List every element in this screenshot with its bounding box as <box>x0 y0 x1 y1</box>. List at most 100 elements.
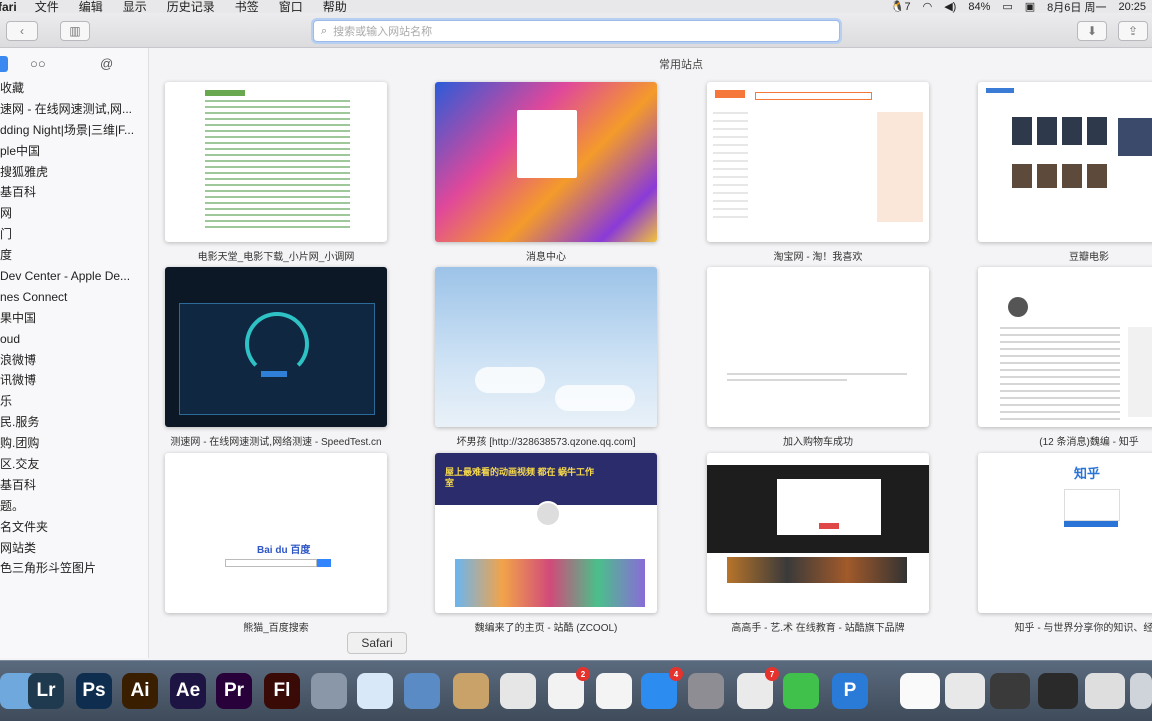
sidebar-bookmark-item[interactable]: 区.交友 <box>0 454 148 475</box>
sidebar-bookmark-item[interactable]: nes Connect <box>0 287 148 308</box>
login-button <box>1064 521 1118 527</box>
top-site-tile[interactable]: 测速网 - 在线网速测试,网络测速 - SpeedTest.cn <box>165 267 387 448</box>
top-site-tile[interactable]: 知乎 知乎 - 与世界分享你的知识、经验 <box>978 453 1152 634</box>
top-site-tile[interactable]: 消息中心 <box>435 82 657 263</box>
dock-document-icon[interactable] <box>900 673 940 709</box>
site-thumbnail[interactable] <box>435 267 657 427</box>
sidebar-bookmark-item[interactable]: 果中国 <box>0 308 148 329</box>
sidebar-bookmark-item[interactable]: 浪微博 <box>0 350 148 371</box>
top-site-tile[interactable]: Bai du 百度 熊猫_百度搜索 <box>165 453 387 634</box>
dock-window-thumbnail-icon[interactable] <box>990 673 1030 709</box>
qq-status-icon[interactable]: 🐧7 <box>891 0 911 13</box>
sidebar-bookmark-item[interactable]: 民.服务 <box>0 412 148 433</box>
site-thumbnail[interactable]: 知乎 <box>978 453 1152 613</box>
site-thumbnail[interactable] <box>707 453 929 613</box>
dock-pages-p-icon[interactable]: P <box>832 673 868 709</box>
sidebar-tabs: ○○ @ <box>0 48 148 78</box>
sidebar-bookmark-item[interactable]: 色三角形斗笠图片 <box>0 558 148 579</box>
tab-shared-links[interactable]: @ <box>100 56 113 71</box>
search-icon: ⌕ <box>321 24 328 37</box>
dock-system-preferences-icon[interactable] <box>688 673 724 709</box>
dock-photoshop-icon[interactable]: Ps <box>76 673 112 709</box>
address-bar[interactable]: ⌕ 搜索或输入网站名称 <box>313 20 840 42</box>
top-site-tile[interactable]: (12 条消息)魏编 - 知乎 <box>978 267 1152 448</box>
dock-photo-viewer-icon[interactable] <box>500 673 536 709</box>
sidebar-bookmark-item[interactable]: dding Night|场景|三维|F... <box>0 120 148 141</box>
dock-flash-icon[interactable]: Fl <box>264 673 300 709</box>
site-thumbnail[interactable] <box>165 267 387 427</box>
sidebar-bookmark-item[interactable]: 题。 <box>0 496 148 517</box>
sidebar-bookmark-item[interactable]: 速网 - 在线网速测试,网... <box>0 99 148 120</box>
top-site-tile[interactable]: 高高手 - 艺.术 在线教育 - 站酷旗下品牌 <box>707 453 929 634</box>
site-thumbnail[interactable] <box>978 267 1152 427</box>
top-site-tile[interactable]: 屋上最难看的动画视频 都在 蜗牛工作室 魏编来了的主页 - 站酷 (ZCOOL) <box>435 453 657 634</box>
site-thumbnail[interactable] <box>707 267 929 427</box>
sidebar-bookmark-item[interactable]: 基百科 <box>0 475 148 496</box>
sidebar-bookmark-item[interactable]: 讯微博 <box>0 370 148 391</box>
battery-percent[interactable]: 84% <box>968 1 990 13</box>
sidebar-icon: ▥ <box>69 24 81 38</box>
top-site-tile[interactable]: 电影天堂_电影下载_小片网_小调网 <box>165 82 387 263</box>
site-thumbnail[interactable]: 屋上最难看的动画视频 都在 蜗牛工作室 <box>435 453 657 613</box>
dock-icon-label: Ae <box>175 680 201 701</box>
tab-reading-list[interactable]: ○○ <box>30 56 46 71</box>
sidebar-bookmark-item[interactable]: 收藏 <box>0 78 148 99</box>
site-thumbnail[interactable] <box>707 82 929 242</box>
dock-document-icon[interactable] <box>945 673 985 709</box>
site-thumbnail[interactable] <box>165 82 387 242</box>
share-button[interactable]: ⇪ <box>1118 21 1148 41</box>
wifi-icon[interactable]: ◠ <box>923 0 933 13</box>
top-site-tile[interactable]: 淘宝网 - 淘！我喜欢 <box>707 82 929 263</box>
dock-window-thumbnail-icon[interactable] <box>1038 673 1078 709</box>
category-line <box>713 120 748 122</box>
dock-app-store-icon[interactable]: 4 <box>641 667 683 709</box>
site-thumbnail[interactable]: Bai du 百度 <box>165 453 387 613</box>
dock-window-thumbnail-icon[interactable] <box>1085 673 1125 709</box>
dock-lightroom-icon[interactable]: Lr <box>28 673 64 709</box>
time-text[interactable]: 20:25 <box>1118 1 1146 13</box>
list-line <box>205 130 350 132</box>
sidebar-bookmark-item[interactable]: 网 <box>0 203 148 224</box>
list-line <box>205 220 350 222</box>
dock-notes-icon[interactable] <box>453 673 489 709</box>
sidebar-bookmark-item[interactable]: 基百科 <box>0 182 148 203</box>
dock-photos-icon[interactable]: 2 <box>548 667 590 709</box>
top-site-tile[interactable]: 坏男孩 [http://328638573.qzone.qq.com] <box>435 267 657 448</box>
menu-app-name[interactable]: fari <box>0 0 25 14</box>
downloads-button[interactable]: ⬇ <box>1077 21 1107 41</box>
sidebar-toggle-button[interactable]: ▥ <box>60 21 90 41</box>
text-line <box>1000 404 1120 406</box>
status-area: 🐧7 ◠ ◀) 84% ▭ ▣ 8月6日 周一 20:25 <box>891 0 1146 14</box>
sidebar-bookmark-item[interactable]: 度 <box>0 245 148 266</box>
sidebar-bookmark-item[interactable]: Dev Center - Apple De... <box>0 266 148 287</box>
site-thumbnail[interactable] <box>978 82 1152 242</box>
sidebar-bookmark-item[interactable]: 网站类 <box>0 538 148 559</box>
sidebar-bookmark-item[interactable]: 购.团购 <box>0 433 148 454</box>
sidebar-bookmark-item[interactable]: 名文件夹 <box>0 517 148 538</box>
back-button[interactable]: ‹ <box>6 21 38 41</box>
dock-qq-icon[interactable]: 7 <box>737 667 779 709</box>
volume-icon[interactable]: ◀) <box>944 0 956 13</box>
dock-itunes-icon[interactable] <box>596 673 632 709</box>
dock-preview-icon[interactable] <box>404 673 440 709</box>
trash-icon[interactable] <box>1130 673 1152 709</box>
dock-safari-icon[interactable] <box>357 673 393 709</box>
movie-poster <box>1062 117 1082 145</box>
sidebar-bookmark-item[interactable]: ple中国 <box>0 141 148 162</box>
tab-bookmarks[interactable] <box>0 56 8 72</box>
sidebar-bookmark-item[interactable]: 门 <box>0 224 148 245</box>
top-site-tile[interactable]: 加入购物车成功 <box>707 267 929 448</box>
dock-launchpad-icon[interactable] <box>311 673 347 709</box>
dock-after-effects-icon[interactable]: Ae <box>170 673 206 709</box>
flag-icon[interactable]: ▣ <box>1025 0 1035 13</box>
dock-wechat-icon[interactable] <box>783 673 819 709</box>
dock-premiere-icon[interactable]: Pr <box>216 673 252 709</box>
sidebar-bookmark-item[interactable]: oud <box>0 329 148 350</box>
top-site-tile[interactable]: 豆瓣电影 <box>978 82 1152 263</box>
text-line <box>1000 411 1120 413</box>
dock-illustrator-icon[interactable]: Ai <box>122 673 158 709</box>
site-thumbnail[interactable] <box>435 82 657 242</box>
sidebar-bookmark-item[interactable]: 乐 <box>0 391 148 412</box>
sidebar-bookmark-item[interactable]: 搜狐雅虎 <box>0 162 148 183</box>
site-title: 高高手 - 艺.术 在线教育 - 站酷旗下品牌 <box>731 623 905 634</box>
